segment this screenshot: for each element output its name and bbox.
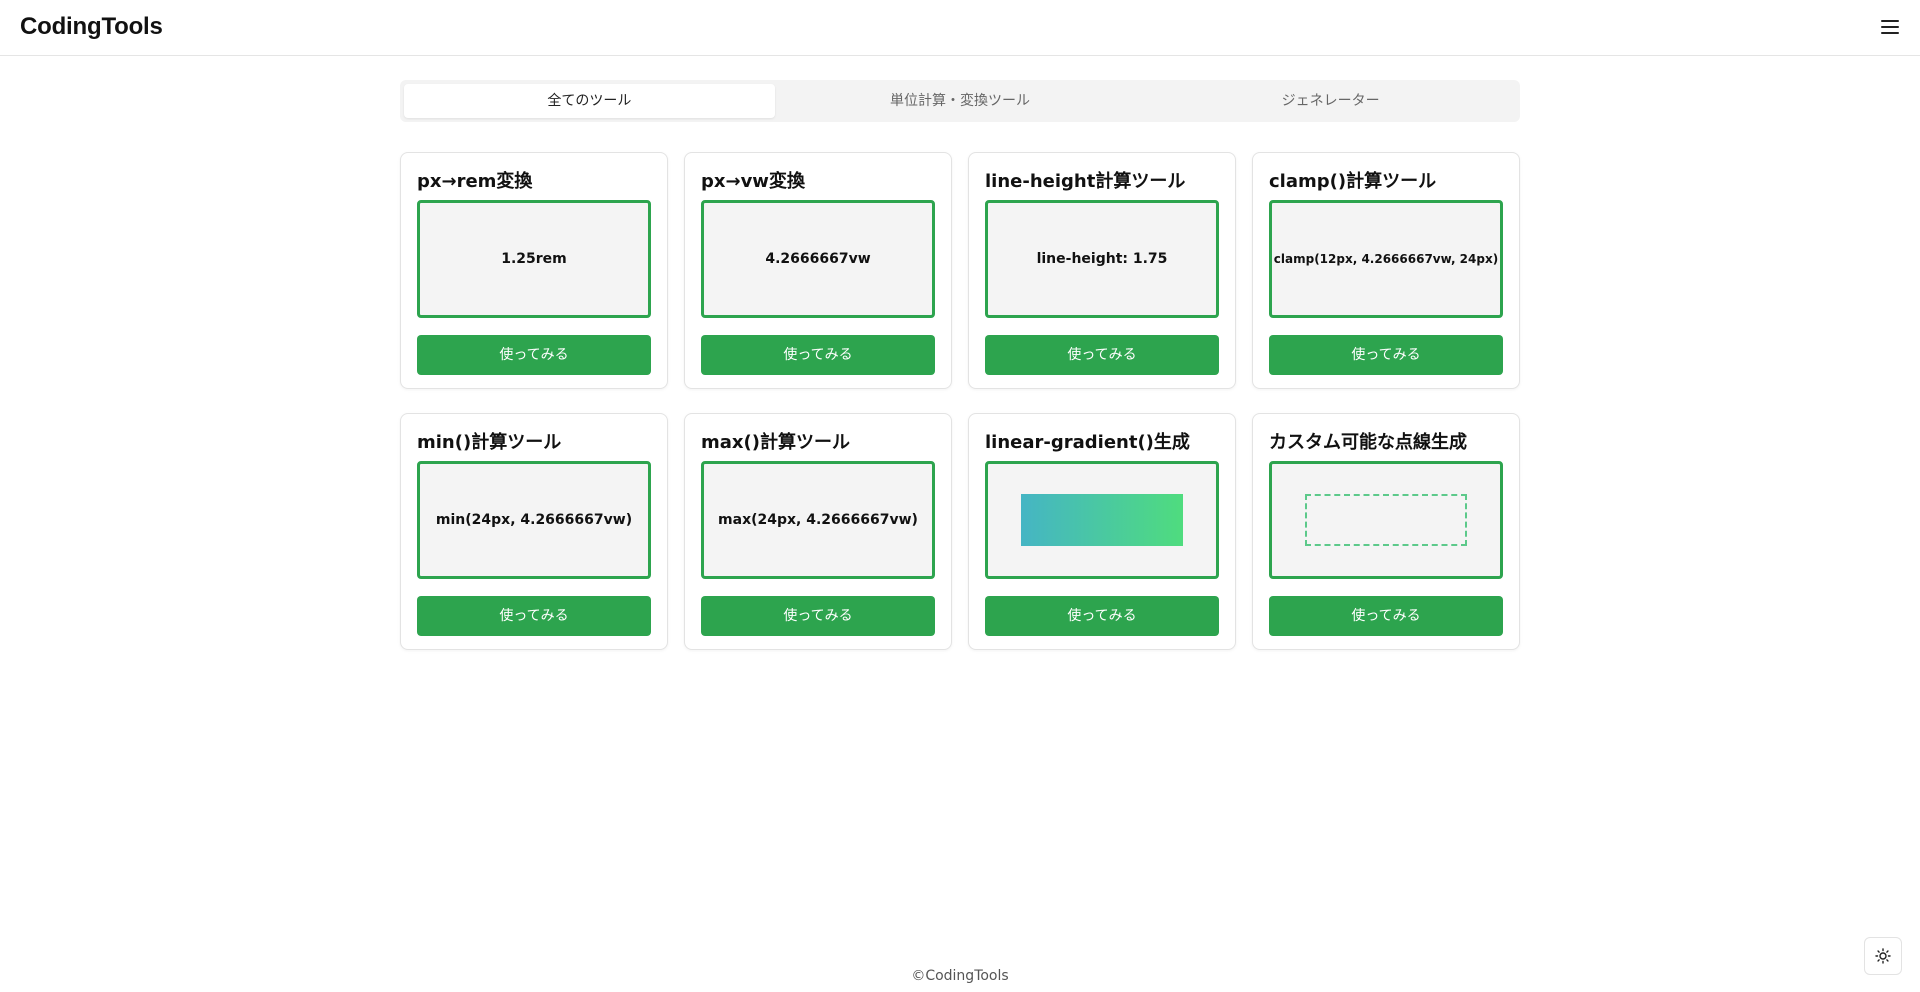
tool-card-min: min()計算ツール min(24px, 4.2666667vw) 使ってみる — [400, 413, 668, 650]
try-button[interactable]: 使ってみる — [1269, 596, 1503, 636]
card-title: max()計算ツール — [701, 432, 850, 453]
tool-card-linear-gradient: linear-gradient()生成 使ってみる — [968, 413, 1236, 650]
card-title: px→vw変換 — [701, 171, 805, 192]
menu-bar — [1881, 20, 1899, 22]
card-preview: line-height: 1.75 — [985, 200, 1219, 318]
preview-value: min(24px, 4.2666667vw) — [435, 512, 633, 528]
preview-value: line-height: 1.75 — [1036, 251, 1168, 267]
card-preview — [1269, 461, 1503, 579]
preview-value: clamp(12px, 4.2666667vw, 24px) — [1273, 252, 1499, 266]
card-preview: min(24px, 4.2666667vw) — [417, 461, 651, 579]
try-button[interactable]: 使ってみる — [985, 335, 1219, 375]
card-title: linear-gradient()生成 — [985, 432, 1190, 453]
menu-bar — [1881, 32, 1899, 34]
card-preview: max(24px, 4.2666667vw) — [701, 461, 935, 579]
tool-card-px-vw: px→vw変換 4.2666667vw 使ってみる — [684, 152, 952, 389]
try-button[interactable]: 使ってみる — [701, 596, 935, 636]
tab-unit-conversion-tools[interactable]: 単位計算・変換ツール — [775, 84, 1146, 118]
card-title: カスタム可能な点線生成 — [1269, 432, 1467, 453]
tool-card-line-height: line-height計算ツール line-height: 1.75 使ってみる — [968, 152, 1236, 389]
card-title: line-height計算ツール — [985, 171, 1186, 192]
tool-card-max: max()計算ツール max(24px, 4.2666667vw) 使ってみる — [684, 413, 952, 650]
tool-card-px-rem: px→rem変換 1.25rem 使ってみる — [400, 152, 668, 389]
site-header: CodingTools — [0, 0, 1920, 56]
try-button[interactable]: 使ってみる — [701, 335, 935, 375]
card-title: px→rem変換 — [417, 171, 533, 192]
try-button[interactable]: 使ってみる — [417, 596, 651, 636]
tool-card-clamp: clamp()計算ツール clamp(12px, 4.2666667vw, 24… — [1252, 152, 1520, 389]
theme-toggle-button[interactable] — [1864, 937, 1902, 975]
card-preview — [985, 461, 1219, 579]
copyright-text: ©CodingTools — [911, 968, 1009, 984]
card-title: clamp()計算ツール — [1269, 171, 1437, 192]
site-footer: ©CodingTools — [0, 968, 1920, 984]
card-title: min()計算ツール — [417, 432, 562, 453]
tab-generators[interactable]: ジェネレーター — [1145, 84, 1516, 118]
sun-icon — [1875, 948, 1891, 964]
try-button[interactable]: 使ってみる — [1269, 335, 1503, 375]
card-preview: 1.25rem — [417, 200, 651, 318]
menu-bar — [1881, 26, 1899, 28]
tool-card-dashed-line: カスタム可能な点線生成 使ってみる — [1252, 413, 1520, 650]
tool-category-tabs: 全てのツール 単位計算・変換ツール ジェネレーター — [400, 80, 1520, 122]
tab-all-tools[interactable]: 全てのツール — [404, 84, 775, 118]
site-logo[interactable]: CodingTools — [20, 13, 163, 41]
preview-value: 1.25rem — [501, 251, 567, 267]
hamburger-menu-icon[interactable] — [1880, 17, 1900, 37]
card-preview: clamp(12px, 4.2666667vw, 24px) — [1269, 200, 1503, 318]
dashed-border-sample — [1305, 494, 1467, 546]
card-preview: 4.2666667vw — [701, 200, 935, 318]
preview-value: max(24px, 4.2666667vw) — [718, 512, 918, 528]
tool-card-grid: px→rem変換 1.25rem 使ってみる px→vw変換 4.2666667… — [400, 152, 1520, 650]
try-button[interactable]: 使ってみる — [417, 335, 651, 375]
preview-value: 4.2666667vw — [765, 251, 871, 267]
try-button[interactable]: 使ってみる — [985, 596, 1219, 636]
gradient-sample — [1021, 494, 1183, 546]
